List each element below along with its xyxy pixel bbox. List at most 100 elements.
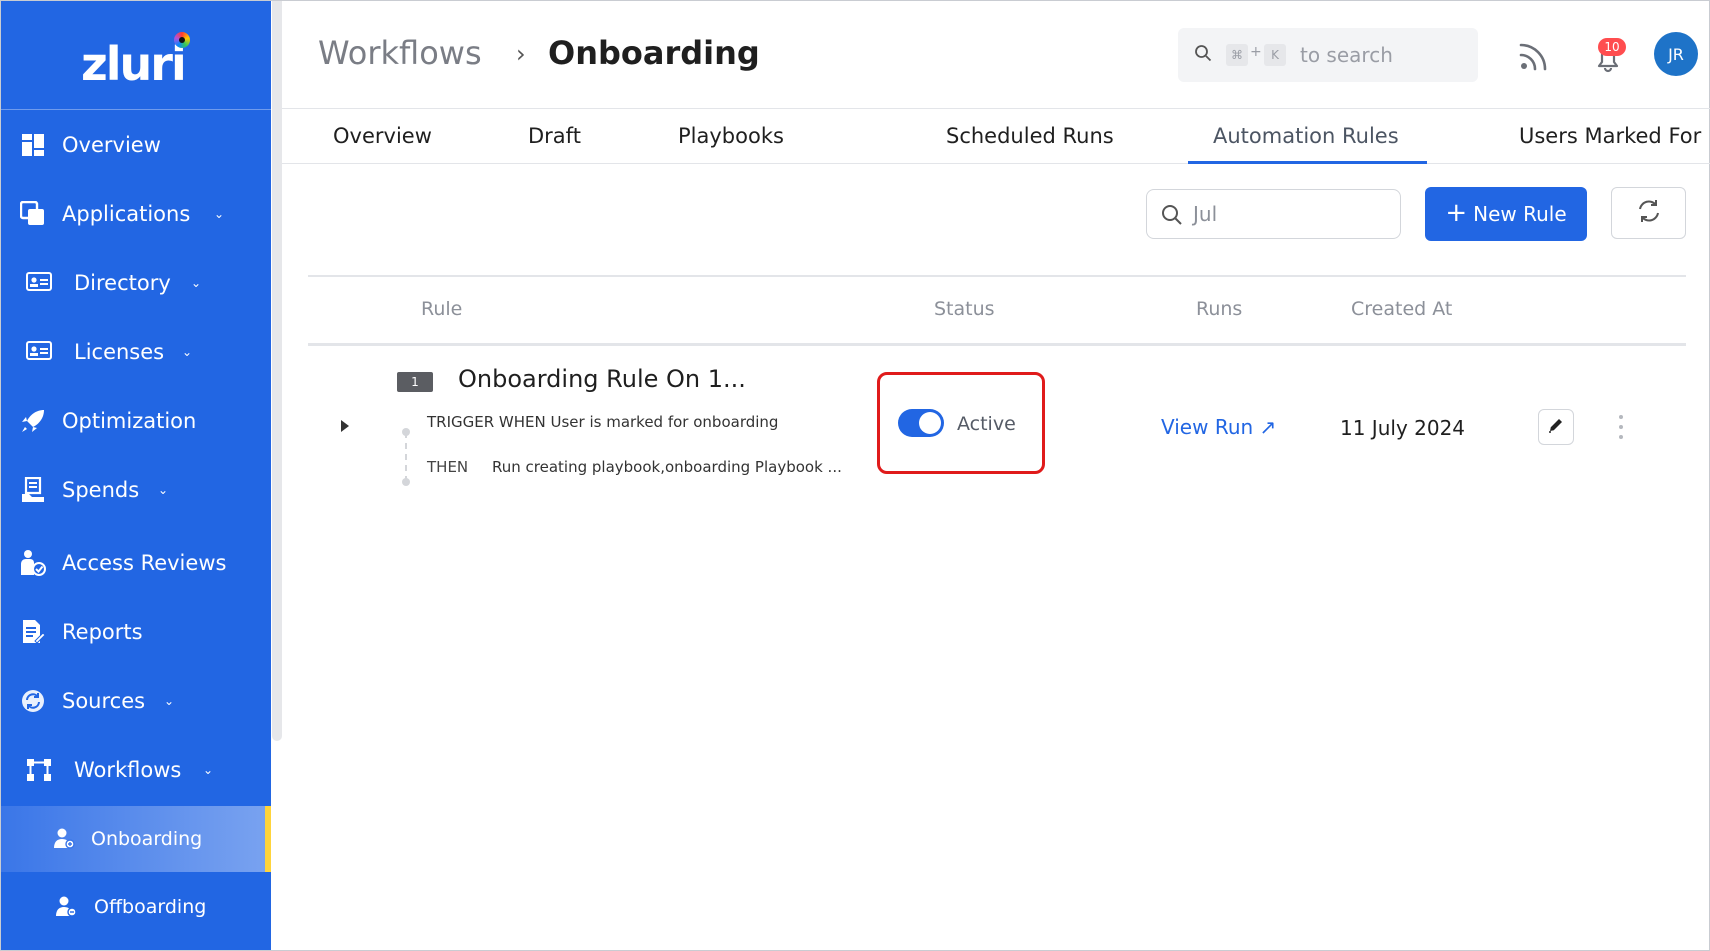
tab-overview[interactable]: Overview (333, 124, 432, 148)
active-tab-indicator (1188, 161, 1427, 164)
column-header-status: Status (934, 298, 995, 320)
sidebar-item-directory[interactable]: Directory ⌄ (1, 257, 271, 309)
sidebar-item-applications[interactable]: Applications ⌄ (1, 188, 271, 240)
chevron-down-icon: ⌄ (158, 483, 169, 497)
status-label: Active (957, 413, 1016, 435)
sidebar-item-workflows[interactable]: Workflows ⌄ (1, 744, 271, 796)
page-title: Onboarding (548, 34, 760, 72)
logo-dot-icon (173, 32, 190, 48)
grid-icon (19, 131, 47, 159)
sidebar-item-label: Licenses (74, 340, 165, 364)
trigger-connector (405, 432, 407, 482)
sidebar-item-reports[interactable]: Reports (1, 606, 271, 658)
global-search[interactable]: ⌘ + K to search (1178, 28, 1478, 82)
breadcrumb-separator: › (516, 40, 526, 68)
workflow-icon (25, 756, 53, 784)
sidebar-subitem-label: Offboarding (94, 896, 207, 918)
view-run-link[interactable]: View Run ↗ (1161, 415, 1276, 439)
rule-index-badge: 1 (397, 372, 433, 392)
rule-then-keyword: THEN (427, 458, 469, 476)
created-at-value: 11 July 2024 (1340, 416, 1466, 440)
sidebar-item-label: Applications (62, 202, 191, 226)
table-top-border (308, 275, 1686, 277)
zluri-logo[interactable]: zluri (81, 31, 190, 91)
sidebar-subitem-onboarding[interactable]: Onboarding (1, 806, 271, 872)
rule-title[interactable]: Onboarding Rule On 1... (458, 365, 746, 393)
new-rule-label: New Rule (1473, 202, 1567, 226)
logo-text: zluri (81, 37, 187, 91)
more-options-icon[interactable] (1614, 415, 1628, 439)
column-header-rule: Rule (421, 298, 463, 320)
search-placeholder: to search (1300, 43, 1393, 67)
sidebar-item-overview[interactable]: Overview (1, 119, 271, 171)
sidebar-divider (1, 109, 271, 110)
windows-icon (19, 200, 47, 228)
sidebar-item-label: Optimization (62, 409, 197, 433)
user-remove-icon (55, 895, 79, 919)
tab-scheduled-runs[interactable]: Scheduled Runs (946, 124, 1114, 148)
column-header-runs: Runs (1196, 298, 1243, 320)
rss-feed-icon[interactable] (1518, 40, 1550, 76)
tab-users-marked-for[interactable]: Users Marked For (1519, 124, 1701, 148)
receipt-icon (19, 476, 47, 504)
shortcut-plus: + (1250, 44, 1262, 60)
breadcrumb-parent[interactable]: Workflows (318, 34, 482, 72)
avatar[interactable]: JR (1654, 32, 1698, 76)
pencil-icon (1547, 416, 1565, 438)
chevron-down-icon: ⌄ (191, 276, 202, 290)
sidebar-item-label: Workflows (74, 758, 182, 782)
shortcut-key-cmd: ⌘ (1226, 44, 1248, 66)
rules-search-input[interactable]: Jul (1146, 189, 1401, 239)
chevron-down-icon: ⌄ (164, 694, 175, 708)
user-add-icon (53, 827, 77, 851)
tabs-divider (282, 163, 1710, 164)
user-check-icon (19, 549, 47, 577)
shortcut-key-k: K (1264, 44, 1286, 66)
tab-playbooks[interactable]: Playbooks (678, 124, 784, 148)
connector-dot (402, 428, 410, 436)
caret-right-icon[interactable] (338, 418, 352, 434)
plus-icon: + (1445, 197, 1468, 228)
search-icon (1194, 44, 1212, 66)
column-header-created-at: Created At (1351, 298, 1453, 320)
sidebar-item-label: Reports (62, 620, 143, 644)
chevron-down-icon: ⌄ (182, 345, 193, 359)
sidebar-item-label: Overview (62, 133, 161, 157)
search-icon (1161, 204, 1183, 230)
rule-then-action: Run creating playbook,onboarding Playboo… (492, 458, 842, 476)
chevron-down-icon: ⌄ (203, 763, 214, 777)
sidebar-subitem-label: Onboarding (91, 828, 203, 850)
connector-dot (402, 478, 410, 486)
report-icon (19, 618, 47, 646)
active-indicator (265, 806, 271, 872)
tab-draft[interactable]: Draft (528, 124, 581, 148)
sync-icon (19, 687, 47, 715)
header-divider (282, 108, 1710, 109)
status-toggle[interactable] (898, 409, 944, 437)
sidebar-subitem-offboarding[interactable]: Offboarding (1, 874, 271, 940)
sidebar-item-spends[interactable]: Spends ⌄ (1, 464, 271, 516)
sidebar-item-access-reviews[interactable]: Access Reviews (1, 537, 271, 589)
sidebar-item-label: Access Reviews (62, 551, 227, 575)
rocket-icon (19, 407, 47, 435)
refresh-button[interactable] (1611, 187, 1686, 239)
table-header-border (308, 343, 1686, 346)
edit-button[interactable] (1538, 409, 1574, 445)
rule-trigger: TRIGGER WHEN User is marked for onboardi… (427, 413, 779, 431)
sidebar-item-label: Sources (62, 689, 146, 713)
sidebar-item-optimization[interactable]: Optimization (1, 395, 271, 447)
sidebar-item-licenses[interactable]: Licenses ⌄ (1, 326, 271, 378)
new-rule-button[interactable]: + New Rule (1425, 187, 1587, 241)
sidebar-item-sources[interactable]: Sources ⌄ (1, 675, 271, 727)
sidebar-item-label: Directory (74, 271, 171, 295)
sidebar: zluri Overview Applications ⌄ Directory … (1, 1, 271, 950)
sidebar-item-label: Spends (62, 478, 140, 502)
tab-automation-rules[interactable]: Automation Rules (1213, 124, 1399, 148)
notification-badge: 10 (1598, 38, 1626, 56)
refresh-icon (1635, 197, 1663, 229)
id-card-icon (25, 269, 53, 297)
sidebar-scrollbar[interactable] (272, 1, 282, 741)
chevron-down-icon: ⌄ (214, 207, 225, 221)
search-value: Jul (1193, 202, 1218, 226)
id-card-icon (25, 338, 53, 366)
